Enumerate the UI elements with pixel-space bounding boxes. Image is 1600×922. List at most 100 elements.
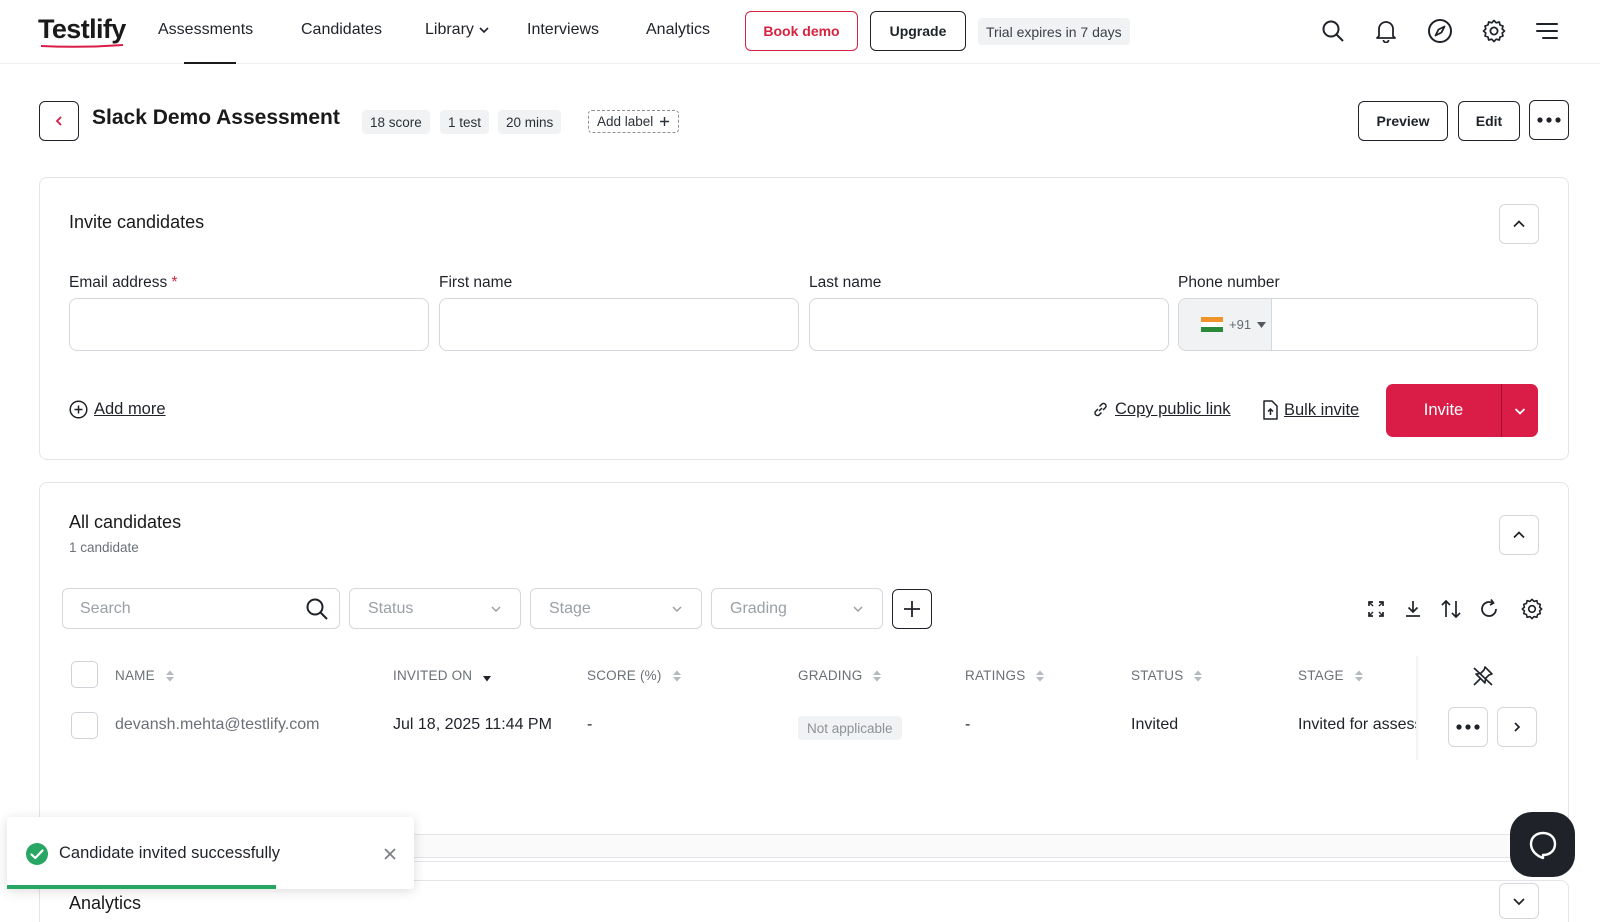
chevron-up-icon [1513, 531, 1525, 539]
invite-options-button[interactable] [1501, 384, 1538, 437]
candidates-card-title: All candidates [69, 512, 182, 532]
invite-button[interactable]: Invite [1386, 384, 1501, 437]
nav-candidates[interactable]: Candidates [301, 21, 382, 39]
nav-assessments[interactable]: Assessments [158, 21, 253, 39]
duration-badge: 20 mins [498, 110, 562, 134]
search-input[interactable] [63, 599, 295, 618]
compass-icon[interactable] [1423, 14, 1457, 48]
score-value: - [587, 716, 593, 733]
trial-badge: Trial expires in 7 days [978, 18, 1130, 45]
phone-field-group: +91 [1178, 298, 1538, 351]
invited-on-value: Jul 18, 2025 11:44 PM [393, 716, 552, 733]
email-field[interactable] [69, 298, 429, 351]
grading-filter[interactable]: Grading [711, 588, 883, 629]
bulk-invite-link[interactable]: Bulk invite [1262, 400, 1359, 420]
column-name-label: NAME [115, 668, 155, 683]
invite-card-title: Invite candidates [69, 212, 205, 232]
collapse-candidates-button[interactable] [1499, 515, 1539, 555]
column-header-stage[interactable]: STAGE [1298, 668, 1364, 683]
logo-underline [40, 44, 124, 48]
chevron-left-icon [55, 116, 62, 126]
plus-circle-icon [69, 400, 88, 419]
menu-icon[interactable] [1530, 14, 1564, 48]
nav-analytics-label: Analytics [646, 21, 711, 38]
first-name-label: First name [439, 274, 513, 291]
row-checkbox[interactable] [71, 712, 98, 739]
download-icon[interactable] [1398, 594, 1428, 624]
row-open-button[interactable] [1497, 707, 1537, 747]
unpin-icon[interactable] [1471, 664, 1495, 688]
chevron-down-icon [853, 605, 863, 612]
phone-number-field[interactable] [1272, 299, 1537, 350]
status-filter[interactable]: Status [349, 588, 521, 629]
add-more-link[interactable]: Add more [69, 400, 166, 419]
email-label: Email address * [69, 274, 178, 292]
candidate-email[interactable]: devansh.mehta@testlify.com [115, 716, 319, 734]
column-header-name[interactable]: NAME [115, 668, 175, 683]
table-settings-icon[interactable] [1517, 594, 1547, 624]
row-more-button[interactable] [1448, 707, 1488, 747]
help-chat-button[interactable] [1510, 812, 1575, 877]
column-ratings-label: RATINGS [965, 668, 1026, 683]
nav-interviews-label: Interviews [527, 21, 600, 38]
book-demo-button[interactable]: Book demo [745, 11, 858, 51]
refresh-icon[interactable] [1474, 594, 1504, 624]
column-header-score[interactable]: SCORE (%) [587, 668, 682, 683]
last-name-field[interactable] [809, 298, 1169, 351]
stage-filter[interactable]: Stage [530, 588, 702, 629]
column-header-invited-on[interactable]: INVITED ON [393, 668, 492, 683]
chevron-up-icon [1513, 220, 1525, 228]
country-code-select[interactable]: +91 [1179, 299, 1272, 350]
column-score-label: SCORE (%) [587, 668, 662, 683]
active-tab-indicator [184, 62, 236, 64]
select-all-checkbox[interactable] [71, 661, 98, 688]
file-upload-icon [1263, 400, 1278, 420]
grading-badge: Not applicable [798, 716, 902, 740]
nav-library[interactable]: Library [425, 21, 490, 39]
add-label-button[interactable]: Add label [588, 110, 680, 133]
column-header-ratings[interactable]: RATINGS [965, 668, 1045, 683]
ratings-value: - [965, 716, 971, 733]
search-icon[interactable] [295, 597, 339, 621]
expand-icon[interactable] [1361, 594, 1391, 624]
first-name-field[interactable] [439, 298, 799, 351]
collapse-invite-button[interactable] [1499, 204, 1539, 244]
last-name-label: Last name [809, 274, 882, 291]
nav-analytics[interactable]: Analytics [646, 21, 710, 39]
expand-analytics-button[interactable] [1499, 883, 1539, 919]
sort-arrows-icon [165, 670, 174, 681]
column-header-status[interactable]: STATUS [1131, 668, 1203, 683]
stage-value: Invited for assessment [1298, 716, 1416, 733]
copy-public-link[interactable]: Copy public link [1092, 400, 1231, 419]
sort-arrows-icon [1194, 670, 1203, 681]
bell-icon[interactable] [1369, 14, 1403, 48]
testlify-logo[interactable]: Testlify [38, 14, 126, 45]
back-button[interactable] [39, 101, 79, 141]
bulk-invite-text: Bulk invite [1284, 400, 1360, 419]
required-mark: * [171, 274, 178, 291]
preview-button[interactable]: Preview [1358, 101, 1448, 141]
column-stage-label: STAGE [1298, 668, 1344, 683]
search-icon[interactable] [1316, 14, 1350, 48]
country-code-value: +91 [1229, 317, 1252, 332]
more-horizontal-icon [1537, 117, 1561, 123]
edit-button[interactable]: Edit [1458, 101, 1520, 141]
gear-icon[interactable] [1477, 14, 1511, 48]
status-value: Invited [1131, 716, 1179, 733]
toast-message: Candidate invited successfully [59, 844, 281, 862]
score-badge: 18 score [362, 110, 430, 134]
upgrade-button[interactable]: Upgrade [870, 11, 966, 51]
add-filter-button[interactable] [892, 589, 932, 629]
invite-split-button: Invite [1386, 384, 1538, 437]
toast-progress-bar [7, 885, 276, 889]
stage-filter-label: Stage [549, 599, 591, 617]
close-icon[interactable] [379, 843, 401, 865]
nav-interviews[interactable]: Interviews [527, 21, 599, 39]
nav-library-label: Library [425, 21, 474, 38]
more-options-button[interactable] [1529, 100, 1569, 140]
column-header-grading[interactable]: GRADING [798, 668, 882, 683]
analytics-card-title: Analytics [69, 893, 142, 913]
sort-icon[interactable] [1436, 594, 1466, 624]
sticky-column-divider [1416, 656, 1420, 760]
more-horizontal-icon [1456, 724, 1480, 730]
